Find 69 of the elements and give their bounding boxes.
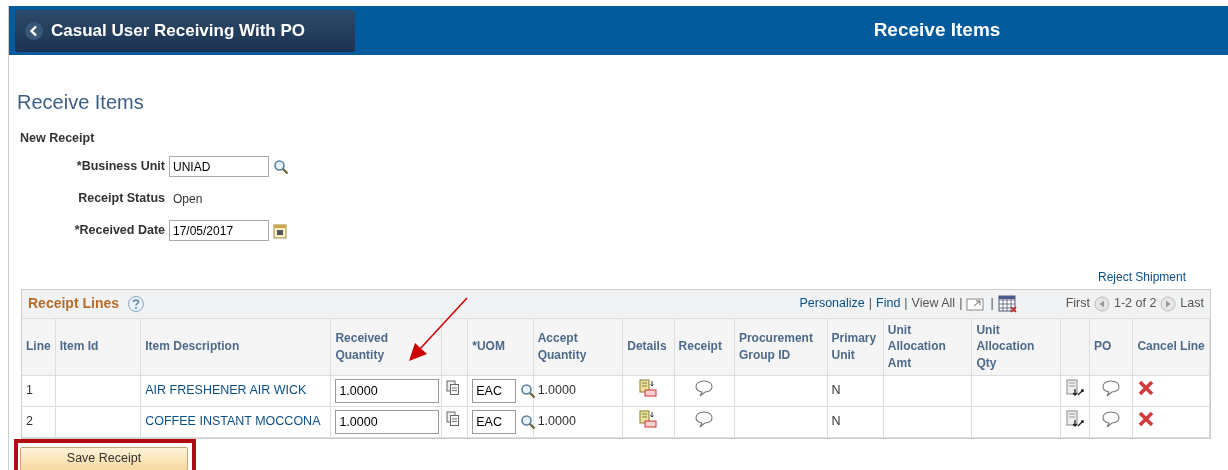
column-header: Accept Quantity [537, 330, 587, 362]
copy-icon[interactable] [446, 410, 461, 427]
details-icon[interactable] [639, 378, 658, 397]
column-header: Unit Allocation Qty [976, 322, 1035, 371]
help-icon[interactable] [127, 294, 146, 313]
comment-icon[interactable] [694, 409, 715, 428]
separator: | [959, 295, 963, 313]
toolbar-text: Last [1180, 295, 1204, 313]
document-icon[interactable] [1066, 378, 1084, 397]
separator: | [990, 295, 994, 313]
toolbar-text: First [1065, 295, 1090, 313]
section-label: New Receipt [20, 130, 96, 147]
page-header-title: Receive Items [872, 18, 1002, 43]
details-icon[interactable] [639, 409, 658, 428]
popout-icon[interactable] [966, 295, 987, 312]
previous-icon[interactable] [1093, 295, 1110, 312]
next-icon[interactable] [1160, 295, 1177, 312]
reject-shipment-link[interactable]: Reject Shipment [1098, 267, 1187, 286]
table-cell: N [831, 414, 841, 429]
delete-icon[interactable] [1137, 378, 1156, 397]
toolbar-text: 1-2 of 2 [1113, 295, 1157, 313]
column-header: *UOM [472, 339, 505, 354]
page-title: Receive Items [17, 90, 145, 115]
spreadsheet-icon[interactable] [997, 294, 1018, 313]
column-header: Received Quantity [335, 330, 389, 362]
document-icon[interactable] [1066, 409, 1084, 428]
uom-field[interactable]: EAC [472, 378, 517, 403]
column-header: Item Description [145, 339, 240, 354]
table-cell: 1 [26, 383, 33, 398]
uom-field[interactable]: EAC [472, 409, 517, 434]
separator: | [868, 295, 873, 313]
search-icon[interactable] [273, 158, 289, 175]
comment-icon[interactable] [1101, 378, 1122, 397]
grid-title: Receipt Lines [28, 294, 120, 314]
quantity-field[interactable]: 1.0000 [335, 378, 440, 403]
field-label: *Received Date [73, 222, 166, 240]
column-header: Receipt [678, 339, 722, 354]
save-receipt-button[interactable]: Save Receipt [20, 446, 188, 470]
quantity-field[interactable]: 1.0000 [335, 409, 440, 434]
search-icon[interactable] [520, 413, 537, 430]
toolbar-link[interactable]: Find [876, 294, 901, 314]
toolbar-text: View All [911, 295, 956, 313]
copy-icon[interactable] [446, 379, 461, 396]
column-header: Primary Unit [831, 330, 877, 362]
field-label: Receipt Status [77, 190, 166, 208]
column-header: Line [26, 339, 51, 354]
column-header: Unit Allocation Amt [887, 322, 946, 371]
comment-icon[interactable] [1101, 409, 1122, 428]
table-cell: 1.0000 [537, 414, 576, 429]
field-value: Open [173, 190, 203, 208]
input-field[interactable]: 17/05/2017 [169, 220, 269, 242]
column-header: Procurement Group ID [738, 330, 813, 362]
comment-icon[interactable] [694, 378, 715, 397]
column-header: Details [627, 339, 667, 354]
input-field[interactable]: UNIAD [169, 156, 269, 178]
table-cell: 2 [26, 414, 33, 429]
column-header: Cancel Line [1137, 339, 1205, 354]
separator: | [904, 295, 908, 313]
column-header: PO [1094, 339, 1112, 354]
search-icon[interactable] [520, 382, 537, 399]
column-header: Item Id [59, 339, 99, 354]
calendar-icon[interactable] [273, 222, 287, 239]
toolbar-link[interactable]: Personalize [799, 294, 865, 314]
table-cell: N [831, 383, 841, 398]
table-cell: 1.0000 [537, 383, 576, 398]
field-label: *Business Unit [75, 158, 166, 176]
delete-icon[interactable] [1137, 409, 1156, 428]
back-icon [25, 21, 43, 40]
back-button[interactable]: Casual User Receiving With PO [15, 9, 355, 52]
